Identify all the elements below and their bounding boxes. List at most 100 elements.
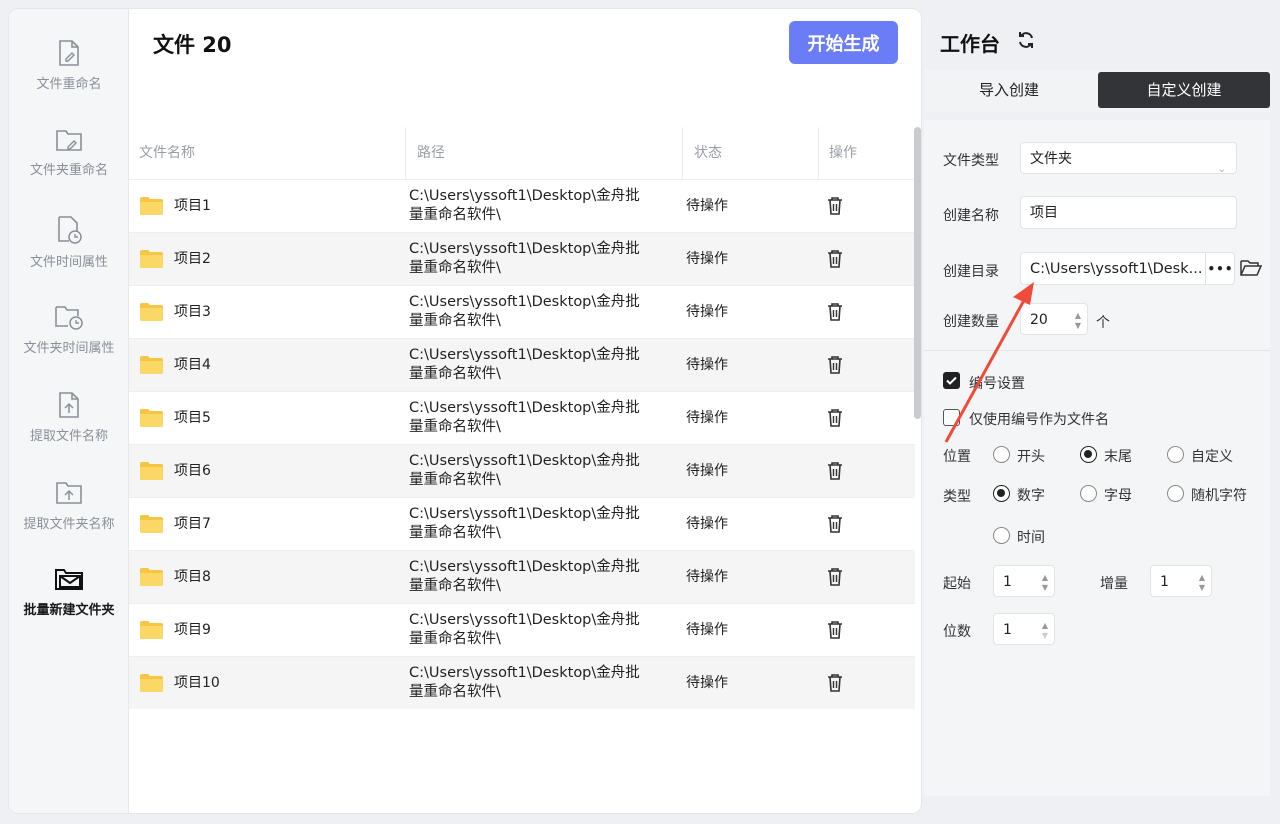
start-generate-button[interactable]: 开始生成 — [789, 21, 898, 64]
create-dir-input[interactable]: C:\Users\yssoft1\Desk... ••• — [1020, 252, 1235, 285]
trash-icon[interactable] — [826, 673, 844, 693]
folder-icon — [140, 303, 163, 321]
table-scrollbar[interactable] — [914, 127, 921, 419]
table-row[interactable]: 项目10 C:\Users\yssoft1\Desktop\金舟批 量重命名软件\ 待… — [129, 656, 915, 709]
row-path-line: 量重命名软件\ — [409, 207, 501, 223]
type-option-time: 时间 — [1017, 530, 1045, 546]
sidebar-item-folder-rename[interactable]: 文件夹重命名 — [9, 127, 129, 207]
stepper-up-icon[interactable]: ▲ — [1042, 574, 1048, 582]
only-number-checkbox[interactable] — [943, 409, 960, 426]
sidebar-item-extract-file-name[interactable]: 提取文件名称 — [9, 391, 129, 471]
only-number-label: 仅使用编号作为文件名 — [969, 412, 1109, 428]
position-radio-custom[interactable] — [1167, 446, 1184, 463]
increment-value: 1 — [1160, 574, 1169, 590]
file-upload-icon — [59, 392, 79, 418]
trash-icon[interactable] — [826, 514, 844, 534]
panel-divider — [924, 350, 1270, 351]
row-status: 待操作 — [686, 622, 728, 638]
stepper-up-icon[interactable]: ▲ — [1042, 622, 1048, 630]
folder-icon — [140, 409, 163, 427]
file-type-select[interactable]: 文件夹 ⌄ — [1020, 142, 1237, 175]
digits-stepper[interactable]: 1 ▲ ▼ — [993, 613, 1055, 645]
page-title: 文件 20 — [153, 33, 232, 57]
stepper-down-icon[interactable]: ▼ — [1075, 322, 1081, 330]
trash-icon[interactable] — [826, 196, 844, 216]
stepper-up-icon[interactable]: ▲ — [1075, 312, 1081, 320]
type-option-number: 数字 — [1017, 488, 1045, 504]
table-row[interactable]: 项目5 C:\Users\yssoft1\Desktop\金舟批 量重命名软件\ 待操… — [129, 391, 915, 444]
stepper-down-icon[interactable]: ▼ — [1042, 584, 1048, 592]
position-radio-end[interactable] — [1080, 446, 1097, 463]
trash-icon[interactable] — [826, 620, 844, 640]
start-stepper[interactable]: 1 ▲ ▼ — [993, 565, 1055, 597]
table-row[interactable]: 项目6 C:\Users\yssoft1\Desktop\金舟批 量重命名软件\ 待操… — [129, 444, 915, 497]
position-option-start: 开头 — [1017, 449, 1045, 465]
row-file-name: 项目2 — [174, 251, 211, 267]
sidebar-item-file-rename[interactable]: 文件重命名 — [9, 39, 129, 119]
table-row[interactable]: 项目1 C:\Users\yssoft1\Desktop\金舟批 量重命名软件\ 待操… — [129, 179, 915, 232]
table-row[interactable]: 项目7 C:\Users\yssoft1\Desktop\金舟批 量重命名软件\ 待操… — [129, 497, 915, 550]
stepper-down-icon[interactable]: ▼ — [1042, 632, 1048, 640]
type-option-letter: 字母 — [1104, 488, 1132, 504]
row-path-line: 量重命名软件\ — [409, 578, 501, 594]
table-row[interactable]: 项目3 C:\Users\yssoft1\Desktop\金舟批 量重命名软件\ 待操… — [129, 285, 915, 338]
type-radio-letter[interactable] — [1080, 485, 1097, 502]
row-path-line: C:\Users\yssoft1\Desktop\金舟批 — [409, 188, 640, 204]
position-option-end: 末尾 — [1104, 449, 1132, 465]
type-radio-number[interactable] — [993, 485, 1010, 502]
table-row[interactable]: 项目9 C:\Users\yssoft1\Desktop\金舟批 量重命名软件\ 待操… — [129, 603, 915, 656]
tab-import-create[interactable]: 导入创建 — [924, 72, 1094, 108]
row-file-name: 项目4 — [174, 357, 211, 373]
sidebar-item-batch-create-folder[interactable]: 批量新建文件夹 — [9, 567, 129, 647]
folder-upload-icon — [56, 482, 82, 504]
create-name-input[interactable]: 项目 — [1020, 196, 1237, 229]
position-radio-start[interactable] — [993, 446, 1010, 463]
table-row[interactable]: 项目4 C:\Users\yssoft1\Desktop\金舟批 量重命名软件\ 待操… — [129, 338, 915, 391]
sidebar-item-label: 批量新建文件夹 — [23, 603, 115, 618]
numbering-checkbox[interactable] — [943, 372, 960, 389]
row-path-line: C:\Users\yssoft1\Desktop\金舟批 — [409, 241, 640, 257]
stepper-down-icon[interactable]: ▼ — [1199, 584, 1205, 592]
refresh-icon[interactable] — [1016, 30, 1036, 50]
trash-icon[interactable] — [826, 408, 844, 428]
row-path-line: C:\Users\yssoft1\Desktop\金舟批 — [409, 294, 640, 310]
position-label: 位置 — [943, 449, 971, 465]
table-row[interactable]: 项目2 C:\Users\yssoft1\Desktop\金舟批 量重命名软件\ 待操… — [129, 232, 915, 285]
trash-icon[interactable] — [826, 302, 844, 322]
folder-icon — [140, 674, 163, 692]
column-divider — [405, 127, 406, 179]
create-name-label: 创建名称 — [943, 208, 999, 224]
sidebar-item-file-time[interactable]: 文件时间属性 — [9, 215, 129, 295]
start-value: 1 — [1003, 574, 1012, 590]
table-row[interactable]: 项目8 C:\Users\yssoft1\Desktop\金舟批 量重命名软件\ 待操… — [129, 550, 915, 603]
row-path: C:\Users\yssoft1\Desktop\金舟批 量重命名软件\ — [409, 611, 659, 649]
sidebar-item-extract-folder-name[interactable]: 提取文件夹名称 — [9, 479, 129, 559]
increment-stepper[interactable]: 1 ▲ ▼ — [1150, 565, 1212, 597]
folder-icon — [140, 568, 163, 586]
column-header-action: 操作 — [829, 145, 857, 161]
panel-tab-bar: 导入创建 自定义创建 — [924, 70, 1270, 112]
type-radio-random[interactable] — [1167, 485, 1184, 502]
chevron-down-icon: ⌄ — [1217, 164, 1226, 175]
create-count-stepper[interactable]: 20 ▲ ▼ — [1020, 303, 1088, 335]
tab-custom-create[interactable]: 自定义创建 — [1098, 72, 1270, 108]
row-file-name: 项目5 — [174, 410, 211, 426]
column-header-path: 路径 — [417, 145, 445, 161]
trash-icon[interactable] — [826, 461, 844, 481]
column-divider — [818, 127, 819, 179]
stepper-up-icon[interactable]: ▲ — [1199, 574, 1205, 582]
row-status: 待操作 — [686, 357, 728, 373]
type-radio-time[interactable] — [993, 527, 1010, 544]
folder-open-icon[interactable] — [1240, 259, 1262, 277]
trash-icon[interactable] — [826, 355, 844, 375]
increment-label: 增量 — [1100, 576, 1128, 592]
more-options-button[interactable]: ••• — [1205, 253, 1234, 284]
sidebar-item-folder-time[interactable]: 文件夹时间属性 — [9, 303, 129, 383]
row-path-line: 量重命名软件\ — [409, 419, 501, 435]
trash-icon[interactable] — [826, 249, 844, 269]
sidebar-item-label: 文件重命名 — [36, 77, 102, 92]
trash-icon[interactable] — [826, 567, 844, 587]
sidebar-item-label: 文件夹重命名 — [29, 163, 108, 178]
row-path-line: 量重命名软件\ — [409, 313, 501, 329]
file-type-value: 文件夹 — [1030, 151, 1072, 167]
